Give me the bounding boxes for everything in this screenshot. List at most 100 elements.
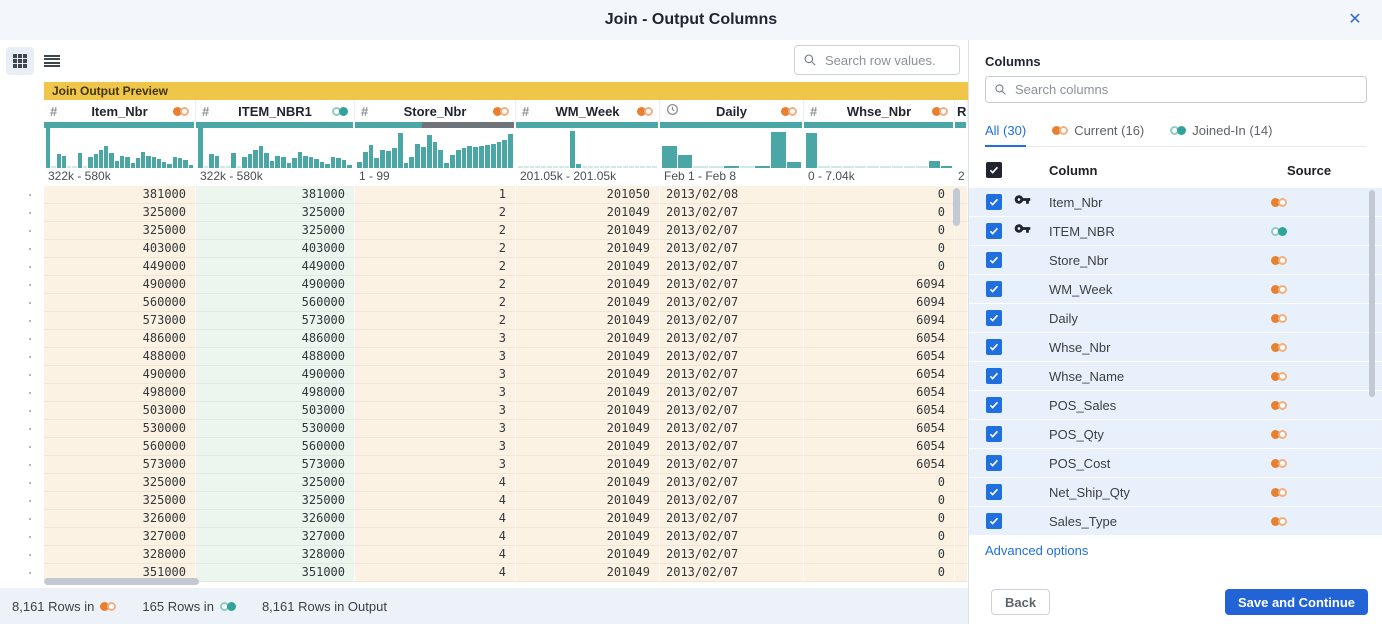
key-icon bbox=[1014, 191, 1031, 213]
column-list-item-Whse_Name[interactable]: Whse_Name bbox=[969, 362, 1382, 390]
row-count: 165 Rows in bbox=[142, 599, 236, 614]
cell-partial bbox=[955, 528, 968, 546]
column-list-item-POS_Cost[interactable]: POS_Cost bbox=[969, 449, 1382, 477]
column-list-item-POS_Qty[interactable]: POS_Qty bbox=[969, 420, 1382, 448]
column-list-item-Store_Nbr[interactable]: Store_Nbr bbox=[969, 246, 1382, 274]
column-header-WM_Week[interactable]: #WM_Week bbox=[516, 100, 660, 122]
row-counts-footer: 8,161 Rows in 165 Rows in 8,161 Rows in Ou… bbox=[0, 588, 968, 624]
column-list-item-WM_Week[interactable]: WM_Week bbox=[969, 275, 1382, 303]
cell-Daily: 2013/02/07 bbox=[660, 240, 804, 258]
cell-partial bbox=[955, 474, 968, 492]
dialog-title: Join - Output Columns bbox=[605, 11, 777, 29]
row-marker bbox=[0, 546, 44, 564]
tab-current-16-[interactable]: Current (16) bbox=[1052, 120, 1144, 146]
cell-ITEM_NBR1: 328000 bbox=[196, 546, 355, 564]
row-marker-gutter bbox=[0, 186, 44, 582]
column-header-label: Column bbox=[1049, 163, 1224, 178]
column-header-Item_Nbr[interactable]: #Item_Nbr bbox=[44, 100, 196, 122]
row-count-text: 8,161 Rows in bbox=[12, 599, 94, 614]
tab-all-30-[interactable]: All (30) bbox=[985, 120, 1026, 146]
column-list-item-Item_Nbr[interactable]: Item_Nbr bbox=[969, 188, 1382, 216]
column-checkbox[interactable] bbox=[986, 455, 1002, 471]
row-marker bbox=[0, 258, 44, 276]
column-list-item-ITEM_NBR[interactable]: ITEM_NBR bbox=[969, 217, 1382, 245]
cell-Store_Nbr: 4 bbox=[355, 528, 516, 546]
column-item-name: Store_Nbr bbox=[1049, 253, 1271, 268]
select-all-checkbox[interactable] bbox=[986, 162, 1002, 178]
cell-Item_Nbr: 403000 bbox=[44, 240, 196, 258]
grid-view-button[interactable] bbox=[6, 47, 34, 75]
row-count-text: 165 Rows in bbox=[142, 599, 214, 614]
horizontal-scrollbar[interactable] bbox=[44, 578, 199, 585]
cell-Whse_Nbr: 6094 bbox=[804, 312, 955, 330]
columns-panel-heading: Columns bbox=[985, 54, 1041, 69]
joined-source-dots bbox=[332, 107, 348, 116]
row-marker bbox=[0, 204, 44, 222]
close-icon[interactable]: ✕ bbox=[1344, 9, 1366, 31]
cell-Store_Nbr: 3 bbox=[355, 330, 516, 348]
column-item-name: ITEM_NBR bbox=[1049, 224, 1271, 239]
cell-ITEM_NBR1: 381000 bbox=[196, 186, 355, 204]
column-checkbox[interactable] bbox=[986, 310, 1002, 326]
column-checkbox[interactable] bbox=[986, 339, 1002, 355]
advanced-options-link[interactable]: Advanced options bbox=[985, 543, 1088, 558]
column-list-item-Daily[interactable]: Daily bbox=[969, 304, 1382, 332]
range-label-Item_Nbr: 322k - 580k bbox=[44, 168, 196, 186]
cell-Store_Nbr: 3 bbox=[355, 366, 516, 384]
column-list-item-Net_Ship_Qty[interactable]: Net_Ship_Qty bbox=[969, 478, 1382, 506]
column-checkbox[interactable] bbox=[986, 252, 1002, 268]
column-item-name: WM_Week bbox=[1049, 282, 1271, 297]
column-list-item-Sales_Type[interactable]: Sales_Type bbox=[969, 507, 1382, 535]
search-icon bbox=[803, 53, 817, 67]
column-checkbox[interactable] bbox=[986, 194, 1002, 210]
cell-partial bbox=[955, 438, 968, 456]
tab-label: Current (16) bbox=[1074, 123, 1144, 138]
column-checkbox[interactable] bbox=[986, 281, 1002, 297]
save-and-continue-button[interactable]: Save and Continue bbox=[1225, 589, 1368, 615]
column-header-ITEM_NBR1[interactable]: #ITEM_NBR1 bbox=[196, 100, 355, 122]
cell-Item_Nbr: 530000 bbox=[44, 420, 196, 438]
column-checkbox[interactable] bbox=[986, 368, 1002, 384]
cell-WM_Week: 201049 bbox=[516, 294, 660, 312]
histogram-ITEM_NBR1[interactable] bbox=[196, 128, 355, 168]
cell-WM_Week: 201049 bbox=[516, 240, 660, 258]
column-checkbox[interactable] bbox=[986, 397, 1002, 413]
histogram-Daily[interactable] bbox=[660, 128, 804, 168]
cell-Item_Nbr: 449000 bbox=[44, 258, 196, 276]
histogram-Item_Nbr[interactable] bbox=[44, 128, 196, 168]
cell-ITEM_NBR1: 327000 bbox=[196, 528, 355, 546]
cell-Whse_Nbr: 6054 bbox=[804, 384, 955, 402]
current-source-dots bbox=[1271, 430, 1287, 439]
table-row: 32800032800042010492013/02/070 bbox=[44, 546, 968, 564]
column-checkbox[interactable] bbox=[986, 484, 1002, 500]
column-header-Whse_Nbr[interactable]: #Whse_Nbr bbox=[804, 100, 955, 122]
cell-Store_Nbr: 1 bbox=[355, 186, 516, 204]
cell-Daily: 2013/02/07 bbox=[660, 456, 804, 474]
column-search-input[interactable] bbox=[1013, 81, 1358, 98]
row-marker bbox=[0, 240, 44, 258]
panel-scrollbar[interactable] bbox=[1369, 190, 1375, 397]
cell-ITEM_NBR1: 449000 bbox=[196, 258, 355, 276]
tab-joined-in-14-[interactable]: Joined-In (14) bbox=[1170, 120, 1272, 146]
column-item-name: POS_Cost bbox=[1049, 456, 1271, 471]
cell-Item_Nbr: 490000 bbox=[44, 276, 196, 294]
current-source-dots bbox=[1271, 343, 1287, 352]
row-search-input[interactable] bbox=[823, 52, 951, 69]
column-list-item-POS_Sales[interactable]: POS_Sales bbox=[969, 391, 1382, 419]
column-checkbox[interactable] bbox=[986, 426, 1002, 442]
column-header-Daily[interactable]: Daily bbox=[660, 100, 804, 122]
column-header-partial: R bbox=[955, 100, 968, 122]
back-button[interactable]: Back bbox=[991, 589, 1050, 615]
column-checkbox[interactable] bbox=[986, 513, 1002, 529]
histogram-Whse_Nbr[interactable] bbox=[804, 128, 955, 168]
row-count: 8,161 Rows in Output bbox=[262, 599, 387, 614]
column-header-Store_Nbr[interactable]: #Store_Nbr bbox=[355, 100, 516, 122]
histogram-Store_Nbr[interactable] bbox=[355, 128, 516, 168]
joined-source-dots bbox=[1271, 227, 1287, 236]
list-view-button[interactable] bbox=[38, 47, 66, 75]
histogram-WM_Week[interactable] bbox=[516, 128, 660, 168]
column-checkbox[interactable] bbox=[986, 223, 1002, 239]
vertical-scrollbar[interactable] bbox=[953, 188, 960, 226]
column-list-item-Whse_Nbr[interactable]: Whse_Nbr bbox=[969, 333, 1382, 361]
cell-Whse_Nbr: 6094 bbox=[804, 276, 955, 294]
